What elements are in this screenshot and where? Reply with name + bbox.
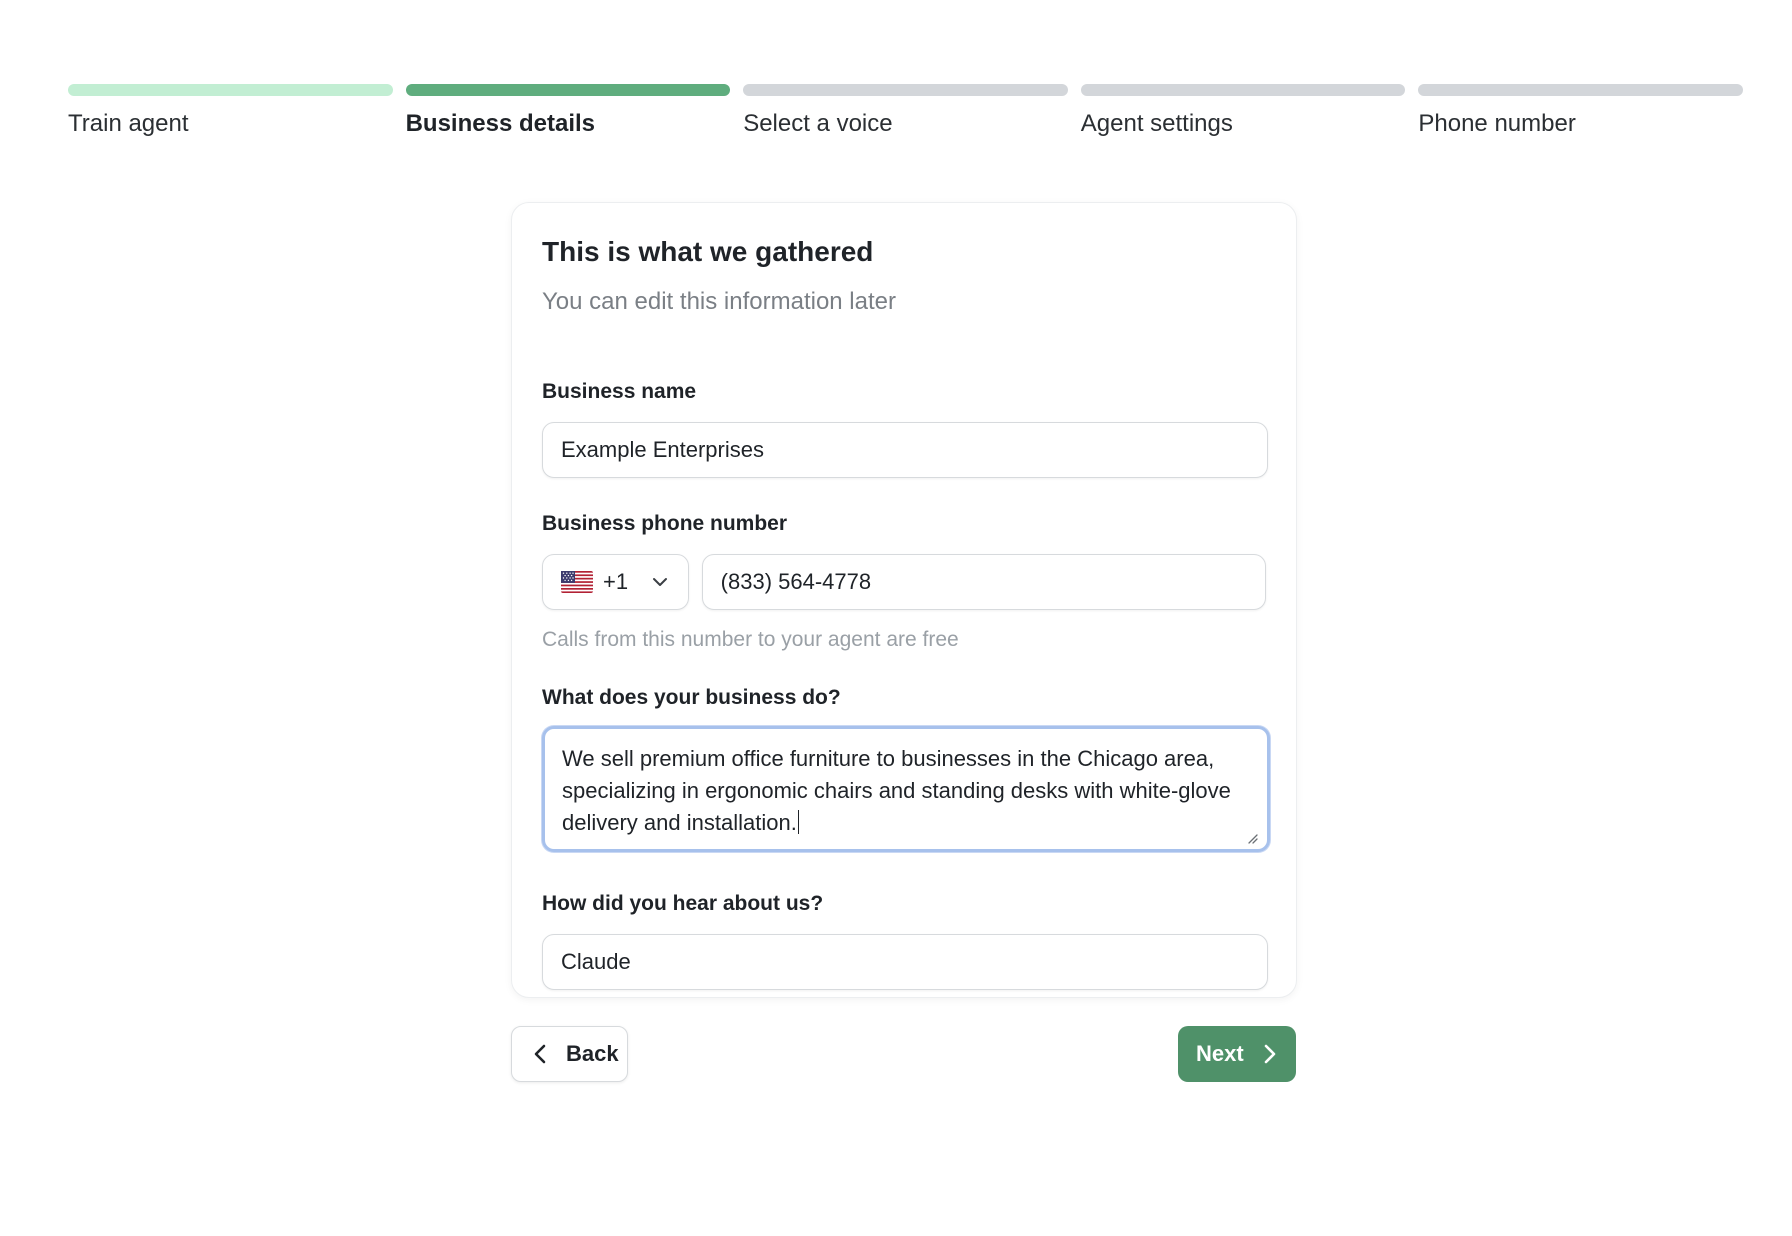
chevron-right-icon xyxy=(1264,1044,1275,1064)
step-bar xyxy=(1080,84,1406,96)
step-label: Phone number xyxy=(1418,110,1576,137)
phone-number-input[interactable] xyxy=(701,554,1266,610)
us-flag-icon xyxy=(561,571,593,593)
phone-row: +1 xyxy=(542,554,1266,610)
chevron-down-icon xyxy=(652,578,667,586)
card-subtitle: You can edit this information later xyxy=(542,288,896,315)
step-label: Agent settings xyxy=(1080,110,1233,137)
next-label: Next xyxy=(1196,1041,1244,1066)
business-name-label: Business name xyxy=(542,380,697,403)
step-business-details: Business details xyxy=(405,84,731,138)
next-button[interactable]: Next xyxy=(1178,1026,1296,1082)
progress-stepper: Train agent Business details Select a vo… xyxy=(68,84,1743,138)
back-button[interactable]: Back xyxy=(511,1026,628,1082)
step-bar xyxy=(68,84,393,96)
step-label: Train agent xyxy=(68,110,189,137)
step-bar xyxy=(1418,84,1743,96)
step-bar xyxy=(743,84,1068,96)
back-label: Back xyxy=(566,1041,619,1066)
resize-handle-icon[interactable] xyxy=(1246,832,1258,844)
referral-label: How did you hear about us? xyxy=(542,892,824,915)
business-name-input[interactable] xyxy=(542,422,1268,478)
step-phone-number: Phone number xyxy=(1418,84,1743,138)
country-code-select[interactable]: +1 xyxy=(542,554,689,610)
card-title: This is what we gathered xyxy=(542,236,874,267)
business-details-card: This is what we gathered You can edit th… xyxy=(511,202,1297,998)
text-caret xyxy=(797,810,799,834)
phone-hint: Calls from this number to your agent are… xyxy=(542,628,959,651)
dial-code: +1 xyxy=(603,569,629,594)
business-description-wrap: We sell premium office furniture to busi… xyxy=(542,726,1270,852)
step-label: Select a voice xyxy=(743,110,893,137)
step-select-voice: Select a voice xyxy=(743,84,1068,138)
business-description-text: We sell premium office furniture to busi… xyxy=(562,746,1231,835)
business-phone-label: Business phone number xyxy=(542,512,788,535)
step-agent-settings: Agent settings xyxy=(1080,84,1406,138)
referral-input[interactable] xyxy=(542,934,1268,990)
step-train-agent: Train agent xyxy=(68,84,393,138)
step-bar xyxy=(405,84,731,96)
step-label: Business details xyxy=(405,110,596,137)
business-description-label: What does your business do? xyxy=(542,686,841,709)
chevron-left-icon xyxy=(534,1044,546,1064)
business-description-textarea[interactable]: We sell premium office furniture to busi… xyxy=(542,726,1270,852)
